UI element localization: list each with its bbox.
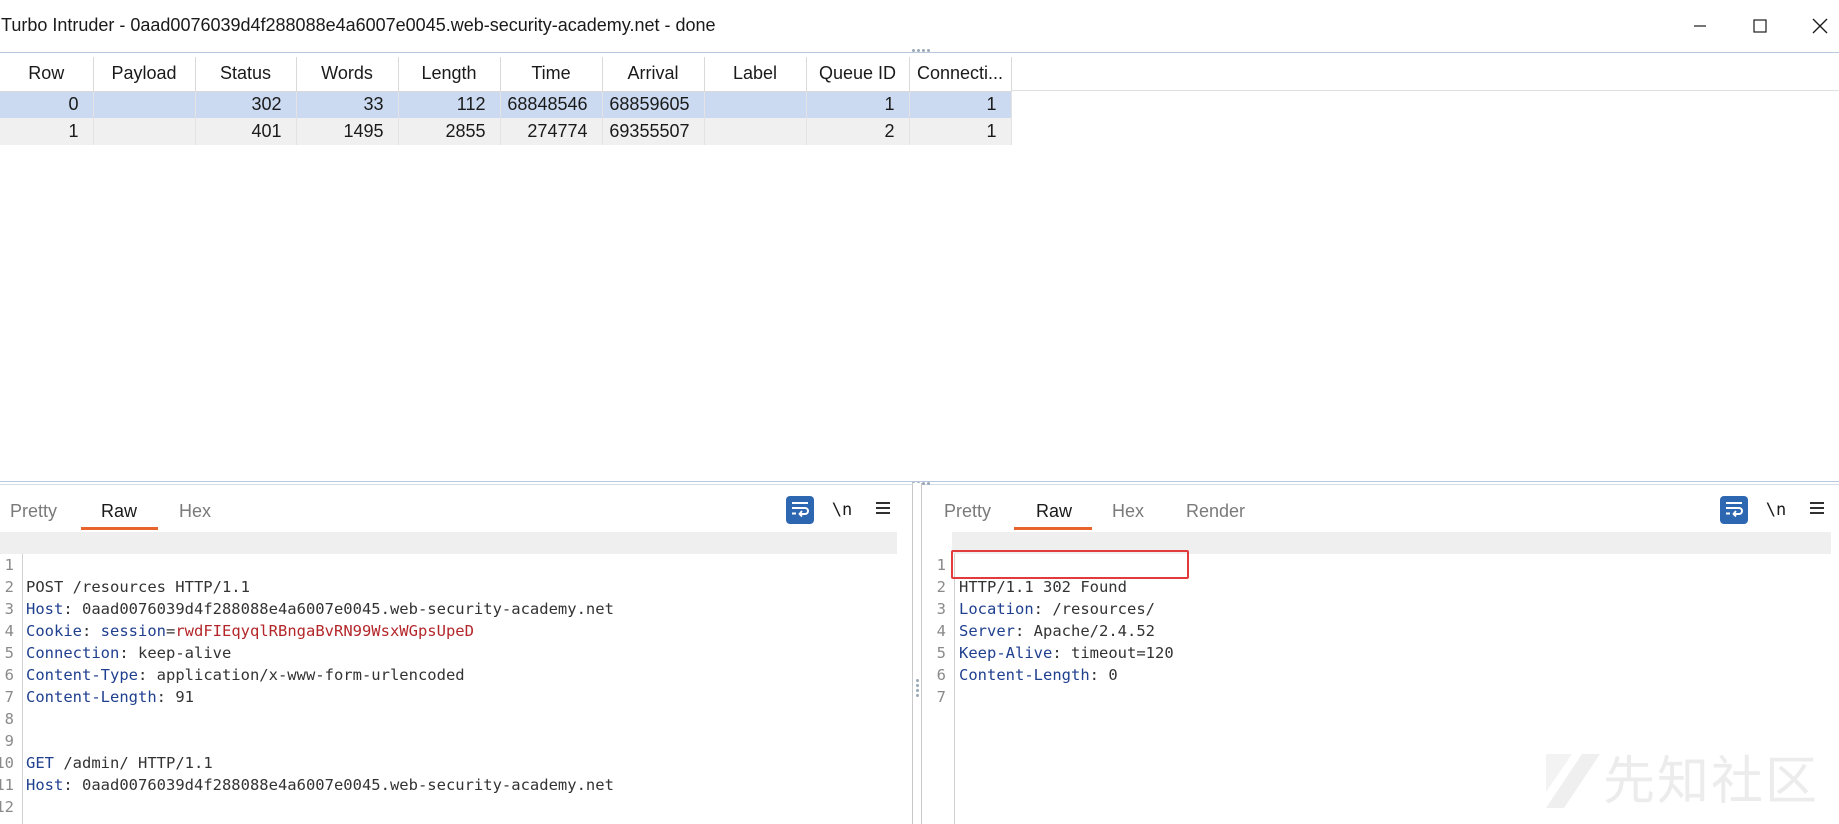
word-wrap-icon [790, 499, 810, 522]
close-icon [1812, 18, 1828, 34]
minimize-button[interactable] [1677, 8, 1723, 44]
request-line: 7 [0, 664, 912, 706]
results-table-area: Row Payload Status Words Length Time Arr… [0, 57, 1839, 481]
menu-icon [1809, 501, 1825, 520]
vertical-splitter[interactable] [912, 483, 922, 824]
response-line: 4 Keep-Alive: timeout=120 [922, 598, 1839, 662]
response-word-wrap-button[interactable] [1720, 496, 1748, 524]
cell-payload [93, 118, 196, 145]
request-word-wrap-button[interactable] [786, 496, 814, 524]
maximize-icon [1753, 19, 1767, 33]
response-tab-raw[interactable]: Raw [1036, 501, 1072, 522]
request-line: 9 GET /admin/ HTTP/1.1 [0, 708, 912, 772]
response-tab-pretty[interactable]: Pretty [944, 501, 991, 522]
column-header-length[interactable]: Length [398, 57, 501, 92]
newline-icon: \n [1765, 500, 1787, 520]
cell-words: 33 [296, 91, 399, 118]
request-active-tab-indicator [81, 527, 158, 530]
cell-time: 68848546 [500, 91, 603, 118]
request-line: 6 Content-Length: 91 [0, 642, 912, 706]
line-number: 7 [936, 688, 946, 706]
request-tab-raw[interactable]: Raw [101, 501, 137, 522]
column-header-arrival[interactable]: Arrival [602, 57, 705, 92]
cell-status: 401 [195, 118, 297, 145]
response-menu-button[interactable] [1803, 496, 1831, 524]
request-editor[interactable]: 1 POST /resources HTTP/1.1 2 Host: 0aad0… [0, 532, 912, 824]
response-newline-button[interactable]: \n [1762, 496, 1790, 524]
cell-row: 1 [0, 118, 94, 145]
cell-arrival: 69355507 [602, 118, 705, 145]
cell-arrival: 68859605 [602, 91, 705, 118]
request-line: 11 [0, 752, 912, 794]
cell-label [704, 118, 807, 145]
top-splitter-grip[interactable] [912, 49, 930, 53]
watermark-text: 先知社区 [1602, 752, 1819, 812]
cell-queue-id: 2 [806, 118, 910, 145]
request-line: 12 [0, 774, 912, 816]
request-tab-hex[interactable]: Hex [179, 501, 211, 522]
request-menu-button[interactable] [869, 496, 897, 524]
column-header-time[interactable]: Time [500, 57, 603, 92]
response-line: 3 Server: Apache/2.4.52 [922, 576, 1839, 640]
response-tab-render[interactable]: Render [1186, 501, 1245, 522]
request-tab-pretty[interactable]: Pretty [10, 501, 57, 522]
request-pane: Pretty Raw Hex \n 1 POST /resources HTTP… [0, 487, 912, 824]
request-line: 5 Content-Type: application/x-www-form-u… [0, 620, 912, 684]
table-header-row: Row Payload Status Words Length Time Arr… [0, 57, 1012, 92]
cell-status: 302 [195, 91, 297, 118]
request-line: 3 Cookie: session=rwdFIEqyqlRBngaBvRN99W… [0, 576, 912, 640]
cell-row: 0 [0, 91, 94, 118]
request-newline-button[interactable]: \n [828, 496, 856, 524]
response-active-tab-indicator [1014, 527, 1092, 530]
close-button[interactable] [1797, 8, 1839, 44]
vertical-splitter-grip[interactable] [916, 679, 919, 699]
response-tab-hex[interactable]: Hex [1112, 501, 1144, 522]
results-table: Row Payload Status Words Length Time Arr… [0, 57, 1012, 145]
cell-words: 1495 [296, 118, 399, 145]
column-header-payload[interactable]: Payload [93, 57, 196, 92]
request-line: 4 Connection: keep-alive [0, 598, 912, 662]
window-title: Turbo Intruder - 0aad0076039d4f288088e4a… [1, 15, 716, 35]
watermark-logo-icon [1546, 754, 1600, 808]
cell-label [704, 91, 807, 118]
column-header-connection[interactable]: Connecti... [909, 57, 1012, 92]
column-header-words[interactable]: Words [296, 57, 399, 92]
response-line: 6 [922, 642, 1839, 684]
maximize-button[interactable] [1737, 8, 1783, 44]
line-number: 12 [0, 798, 14, 816]
table-row[interactable]: 1 401 1495 2855 274774 69355507 2 1 [0, 118, 1012, 145]
cell-payload [93, 91, 196, 118]
request-line: 8 [0, 686, 912, 728]
menu-icon [875, 501, 891, 520]
column-header-status[interactable]: Status [195, 57, 297, 92]
request-line: 2 Host: 0aad0076039d4f288088e4a6007e0045… [0, 554, 912, 618]
column-header-queue-id[interactable]: Queue ID [806, 57, 910, 92]
cell-connection: 1 [909, 118, 1012, 145]
request-line: 10 Host: 0aad0076039d4f288088e4a6007e004… [0, 730, 912, 794]
column-header-label[interactable]: Label [704, 57, 807, 92]
cell-queue-id: 1 [806, 91, 910, 118]
minimize-icon [1693, 19, 1707, 33]
cell-connection: 1 [909, 91, 1012, 118]
table-row[interactable]: 0 302 33 112 68848546 68859605 1 1 [0, 91, 1012, 118]
title-bar: Turbo Intruder - 0aad0076039d4f288088e4a… [0, 0, 1839, 52]
response-line: 5 Content-Length: 0 [922, 620, 1839, 684]
response-pane: Pretty Raw Hex Render \n 1 HTTP/1.1 302 … [922, 487, 1839, 824]
request-line: 1 POST /resources HTTP/1.1 [0, 532, 897, 596]
cell-length: 112 [398, 91, 501, 118]
cell-time: 274774 [500, 118, 603, 145]
response-line: 7 [922, 664, 1839, 706]
column-header-row[interactable]: Row [0, 57, 94, 92]
header-divider [1011, 90, 1839, 91]
word-wrap-icon [1724, 499, 1744, 522]
cell-length: 2855 [398, 118, 501, 145]
location-highlight-box [951, 550, 1189, 579]
newline-icon: \n [831, 500, 853, 520]
